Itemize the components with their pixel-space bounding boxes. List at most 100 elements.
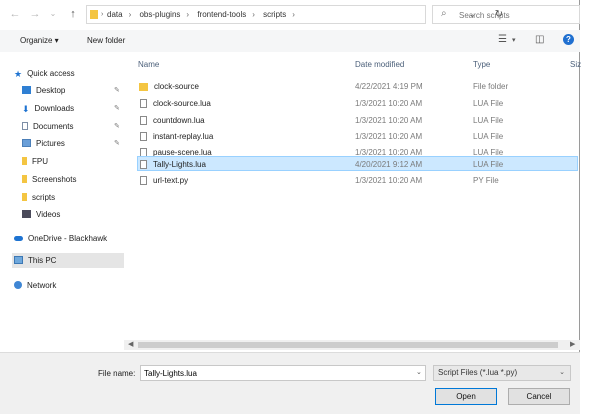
file-icon <box>140 132 147 141</box>
file-name-dropdown-chevron-icon[interactable]: ⌄ <box>416 368 422 376</box>
file-row-clock-source-lua[interactable]: clock-source.lua 1/3/2021 10:20 AM LUA F… <box>137 96 578 111</box>
command-bar: Organize ▾ New folder ☰ ▾ ◫ ? <box>0 30 580 52</box>
folder-icon <box>22 175 27 183</box>
file-row-countdown-lua[interactable]: countdown.lua 1/3/2021 10:20 AM LUA File <box>137 113 578 128</box>
file-type-select[interactable]: Script Files (*.lua *.py) ⌄ <box>433 365 571 381</box>
file-date: 1/3/2021 10:20 AM <box>355 116 423 125</box>
breadcrumb-item-frontend-tools[interactable]: frontend-tools <box>197 10 246 19</box>
horizontal-scrollbar[interactable]: ◀ ▶ <box>124 340 580 350</box>
sidebar-item-label: Screenshots <box>32 175 77 184</box>
file-name-input[interactable] <box>140 365 426 381</box>
breadcrumb-item-scripts[interactable]: scripts <box>263 10 286 19</box>
search-input[interactable] <box>457 8 571 23</box>
breadcrumb-separator-icon: › <box>292 10 295 19</box>
file-name: url-text.py <box>153 176 189 185</box>
sidebar-item-screenshots[interactable]: Screenshots <box>22 172 124 187</box>
file-name: clock-source <box>154 82 199 91</box>
organize-button[interactable]: Organize ▾ <box>20 36 59 45</box>
open-button[interactable]: Open <box>435 388 497 405</box>
file-type: LUA File <box>473 99 504 108</box>
sidebar-item-videos[interactable]: Videos <box>22 207 124 222</box>
pin-icon: ✎ <box>114 123 120 130</box>
videos-icon <box>22 210 31 218</box>
file-name-label: File name: <box>98 369 136 378</box>
breadcrumb-item-obs-plugins[interactable]: obs-plugins <box>139 10 180 19</box>
file-date: 1/3/2021 10:20 AM <box>355 99 423 108</box>
file-date: 1/3/2021 10:20 AM <box>355 132 423 141</box>
file-icon <box>140 160 147 169</box>
search-box[interactable]: ⌕ <box>432 5 580 24</box>
breadcrumb-item-data[interactable]: data <box>107 10 123 19</box>
pin-icon: ✎ <box>114 140 120 147</box>
documents-icon <box>22 122 28 130</box>
sidebar-item-label: scripts <box>32 193 56 202</box>
new-folder-button[interactable]: New folder <box>87 36 125 45</box>
file-name: Tally-Lights.lua <box>153 160 206 169</box>
column-header-size[interactable]: Siz <box>570 60 581 69</box>
file-row-instant-replay-lua[interactable]: instant-replay.lua 1/3/2021 10:20 AM LUA… <box>137 129 578 144</box>
folder-icon <box>22 193 27 201</box>
sidebar-item-onedrive[interactable]: OneDrive - Blackhawk <box>14 231 124 246</box>
sidebar-item-pictures[interactable]: Pictures ✎ <box>22 136 124 151</box>
network-icon <box>14 281 22 289</box>
pictures-icon <box>22 139 31 147</box>
search-icon: ⌕ <box>441 8 447 19</box>
file-type-value: Script Files (*.lua *.py) <box>438 368 518 377</box>
sidebar-item-quick-access[interactable]: ★ Quick access <box>14 66 124 81</box>
file-name: clock-source.lua <box>153 99 211 108</box>
view-dropdown-chevron-icon[interactable]: ▾ <box>512 36 516 44</box>
sidebar-item-scripts[interactable]: scripts <box>22 190 124 205</box>
file-type: LUA File <box>473 132 504 141</box>
breadcrumb-separator-icon: › <box>186 10 190 19</box>
breadcrumb-separator-icon: › <box>128 10 132 19</box>
breadcrumb-separator-icon: › <box>101 11 104 18</box>
file-name: countdown.lua <box>153 116 205 125</box>
star-icon: ★ <box>14 69 23 79</box>
address-bar[interactable]: › data › obs-plugins › frontend-tools › scr… <box>86 5 503 24</box>
sidebar-item-label: Videos <box>36 210 61 219</box>
file-date: 4/20/2021 9:12 AM <box>355 160 423 169</box>
sidebar-item-fpu[interactable]: FPU <box>22 154 124 169</box>
column-header-name[interactable]: Name <box>138 60 159 69</box>
file-row-tally-lights-lua[interactable]: Tally-Lights.lua 4/20/2021 9:12 AM LUA F… <box>137 156 578 171</box>
file-icon <box>140 176 147 185</box>
chevron-down-icon: ⌄ <box>559 369 565 376</box>
file-type: LUA File <box>473 160 504 169</box>
navigation-pane: ★ Quick access Desktop ✎ ⬇ Downloads ✎ Doc… <box>0 52 124 344</box>
preview-pane-icon[interactable]: ◫ <box>535 34 544 45</box>
file-icon <box>140 116 147 125</box>
column-header-date-modified[interactable]: Date modified <box>355 60 404 69</box>
up-arrow-icon[interactable]: ↑ <box>66 6 80 22</box>
recent-locations-chevron-icon[interactable]: ⌄ <box>46 6 60 22</box>
sidebar-item-documents[interactable]: Documents ✎ <box>22 119 124 134</box>
breadcrumb: data › obs-plugins › frontend-tools › scrip… <box>107 6 301 23</box>
sidebar-item-label: Network <box>27 281 57 290</box>
file-row-clock-source[interactable]: clock-source 4/22/2021 4:19 PM File fold… <box>137 79 578 94</box>
breadcrumb-separator-icon: › <box>252 10 255 19</box>
column-header-type[interactable]: Type <box>473 60 490 69</box>
sidebar-item-desktop[interactable]: Desktop ✎ <box>22 83 124 98</box>
sidebar-item-downloads[interactable]: ⬇ Downloads ✎ <box>22 101 124 116</box>
view-options-icon[interactable]: ☰ <box>498 34 507 45</box>
sidebar-item-label: This PC <box>28 256 57 265</box>
folder-icon <box>90 10 98 19</box>
file-row-url-text-py[interactable]: url-text.py 1/3/2021 10:20 AM PY File <box>137 173 578 188</box>
sidebar-item-network[interactable]: Network <box>14 278 124 293</box>
scroll-left-icon[interactable]: ◀ <box>128 340 133 350</box>
sidebar-item-label: Quick access <box>27 69 75 78</box>
back-arrow-icon[interactable]: ← <box>8 6 22 22</box>
pc-icon <box>14 256 23 264</box>
file-type: LUA File <box>473 116 504 125</box>
scrollbar-thumb[interactable] <box>138 342 558 348</box>
forward-arrow-icon[interactable]: → <box>28 6 42 22</box>
desktop-icon <box>22 86 31 94</box>
sidebar-item-label: Downloads <box>34 104 75 113</box>
downloads-icon: ⬇ <box>22 104 30 114</box>
sidebar-item-this-pc[interactable]: This PC <box>12 253 124 268</box>
help-icon[interactable]: ? <box>563 34 574 45</box>
folder-icon <box>139 83 148 91</box>
file-date: 4/22/2021 4:19 PM <box>355 82 423 91</box>
scroll-right-icon[interactable]: ▶ <box>570 340 575 350</box>
file-name-panel: File name: ⌄ Script Files (*.lua *.py) ⌄… <box>0 352 580 414</box>
cancel-button[interactable]: Cancel <box>508 388 570 405</box>
